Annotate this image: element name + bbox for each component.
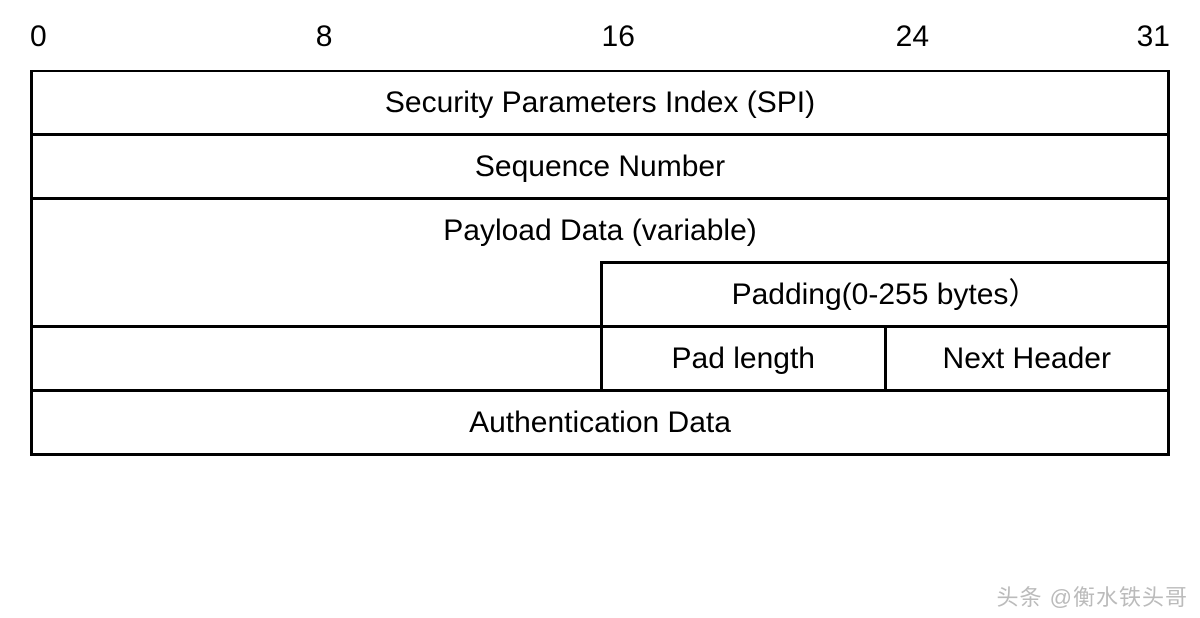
field-payload-data: Payload Data (variable) bbox=[33, 200, 1167, 261]
row-spi: Security Parameters Index (SPI) bbox=[33, 72, 1167, 133]
row-padlen-next: Pad length Next Header bbox=[33, 325, 1167, 389]
row-payload: Payload Data (variable) bbox=[33, 197, 1167, 261]
field-spi: Security Parameters Index (SPI) bbox=[33, 72, 1167, 133]
ruler-tick-8: 8 bbox=[316, 20, 333, 54]
row-seq: Sequence Number bbox=[33, 133, 1167, 197]
field-next-header: Next Header bbox=[884, 328, 1168, 389]
ruler-tick-16: 16 bbox=[602, 20, 635, 54]
field-pad-length: Pad length bbox=[600, 328, 884, 389]
ruler-tick-24: 24 bbox=[896, 20, 929, 54]
row-padding: Padding(0-255 bytes） bbox=[33, 261, 1167, 325]
field-payload-continuation bbox=[33, 261, 600, 325]
field-padding: Padding(0-255 bytes） bbox=[600, 261, 1167, 325]
watermark-text: 头条 @衡水铁头哥 bbox=[997, 580, 1188, 612]
field-padding-continuation bbox=[33, 328, 600, 389]
esp-header-diagram: Security Parameters Index (SPI) Sequence… bbox=[30, 70, 1170, 456]
ruler-tick-31: 31 bbox=[1137, 20, 1170, 54]
bit-ruler: 0 8 16 24 31 bbox=[30, 20, 1170, 60]
row-auth: Authentication Data bbox=[33, 389, 1167, 453]
field-authentication-data: Authentication Data bbox=[33, 392, 1167, 453]
ruler-tick-0: 0 bbox=[30, 20, 47, 54]
field-sequence-number: Sequence Number bbox=[33, 136, 1167, 197]
